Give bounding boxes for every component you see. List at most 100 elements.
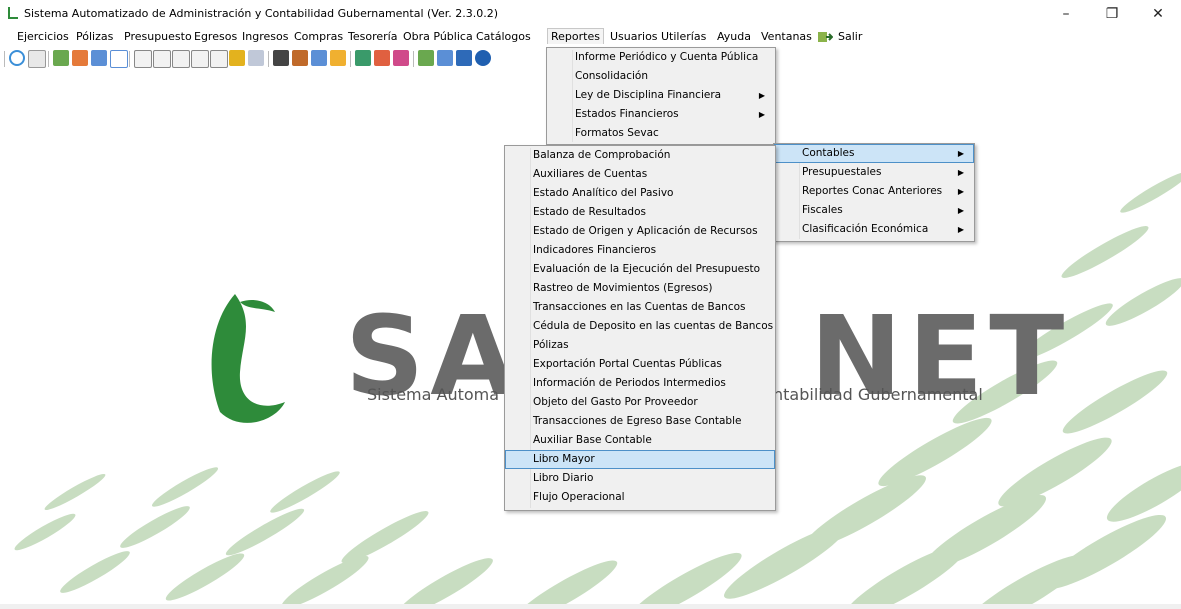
save-icon[interactable] — [456, 50, 472, 66]
menu-item-label: Libro Diario — [533, 472, 594, 484]
clipboard-icon[interactable] — [273, 50, 289, 66]
menu-obra-publica[interactable]: Obra Pública — [403, 30, 473, 43]
p-icon[interactable] — [210, 50, 228, 68]
menu-item-label: Informe Periódico y Cuenta Pública — [575, 51, 759, 63]
menu-presupuesto[interactable]: Presupuesto — [124, 30, 192, 43]
menu-item-label: Reportes Conac Anteriores — [802, 185, 943, 197]
menu-item-origen-aplicacion[interactable]: Estado de Origen y Aplicación de Recurso… — [505, 222, 775, 241]
menu-item-resultados[interactable]: Estado de Resultados — [505, 203, 775, 222]
print-icon[interactable] — [229, 50, 245, 66]
tree-icon[interactable] — [418, 50, 434, 66]
menu-item-informe-periodico[interactable]: Informe Periódico y Cuenta Pública — [547, 48, 775, 67]
maximize-button[interactable]: ❐ — [1089, 0, 1135, 27]
tools-icon[interactable] — [374, 50, 390, 66]
menu-item-label: Auxiliares de Cuentas — [533, 168, 648, 180]
menu-item-label: Pólizas — [533, 339, 569, 351]
d-icon[interactable] — [153, 50, 171, 68]
menu-item-transacciones-bancos[interactable]: Transacciones en las Cuentas de Bancos — [505, 298, 775, 317]
menu-usuarios[interactable]: Usuarios — [610, 30, 658, 43]
e-icon[interactable] — [172, 50, 190, 68]
menu-item-clasificacion-economica[interactable]: Clasificación Económica ▶ — [774, 220, 974, 239]
menu-item-label: Contables — [802, 147, 855, 159]
help-icon[interactable] — [475, 50, 491, 66]
menu-item-auxiliar-base[interactable]: Auxiliar Base Contable — [505, 431, 775, 450]
menu-item-label: Consolidación — [575, 70, 649, 82]
menu-item-label: Auxiliar Base Contable — [533, 434, 652, 446]
status-bar — [0, 604, 1181, 609]
menu-item-transacciones-egreso[interactable]: Transacciones de Egreso Base Contable — [505, 412, 775, 431]
menu-item-auxiliares[interactable]: Auxiliares de Cuentas — [505, 165, 775, 184]
menu-ventanas[interactable]: Ventanas — [761, 30, 812, 43]
document-icon[interactable] — [28, 50, 46, 68]
menu-item-label: Formatos Sevac — [575, 127, 659, 139]
menu-item-fiscales[interactable]: Fiscales ▶ — [774, 201, 974, 220]
refresh-icon[interactable] — [9, 50, 25, 66]
submenu-arrow-icon: ▶ — [957, 206, 964, 215]
menu-item-objeto-gasto[interactable]: Objeto del Gasto Por Proveedor — [505, 393, 775, 412]
menu-polizas[interactable]: Pólizas — [76, 30, 113, 43]
estados-financieros-submenu: Contables ▶ Presupuestales ▶ Reportes Cona… — [773, 143, 975, 242]
copy-icon[interactable] — [248, 50, 264, 66]
menu-item-libro-mayor[interactable]: Libro Mayor — [505, 450, 775, 469]
submenu-arrow-icon: ▶ — [758, 91, 765, 100]
menu-egresos[interactable]: Egresos — [194, 30, 237, 43]
menu-ejercicios[interactable]: Ejercicios — [17, 30, 69, 43]
chart-icon[interactable] — [311, 50, 327, 66]
menu-item-presupuestales[interactable]: Presupuestales ▶ — [774, 163, 974, 182]
minimize-button[interactable]: – — [1043, 0, 1089, 27]
menu-item-indicadores[interactable]: Indicadores Financieros — [505, 241, 775, 260]
menu-item-cedula-deposito[interactable]: Cédula de Deposito en las cuentas de Ban… — [505, 317, 775, 336]
menu-tesoreria[interactable]: Tesorería — [348, 30, 397, 43]
menu-item-estados-financieros[interactable]: Estados Financieros ▶ — [547, 105, 775, 124]
app-icon — [8, 7, 18, 19]
f-icon[interactable] — [191, 50, 209, 68]
menu-item-consolidacion[interactable]: Consolidación — [547, 67, 775, 86]
menu-item-balanza[interactable]: Balanza de Comprobación — [505, 146, 775, 165]
menu-item-rastreo[interactable]: Rastreo de Movimientos (Egresos) — [505, 279, 775, 298]
calc-icon[interactable] — [355, 50, 371, 66]
menu-item-contables[interactable]: Contables ▶ — [774, 144, 974, 163]
toolbar-separator — [413, 51, 414, 67]
menu-item-label: Rastreo de Movimientos (Egresos) — [533, 282, 713, 294]
menu-item-evaluacion[interactable]: Evaluación de la Ejecución del Presupues… — [505, 260, 775, 279]
menu-item-ley-disciplina[interactable]: Ley de Disciplina Financiera ▶ — [547, 86, 775, 105]
color-icon[interactable] — [393, 50, 409, 66]
logo-subtitle-left: Sistema Automa — [367, 385, 500, 404]
menu-item-polizas[interactable]: Pólizas — [505, 336, 775, 355]
menu-item-label: Flujo Operacional — [533, 491, 625, 503]
menu-item-analitico-pasivo[interactable]: Estado Analítico del Pasivo — [505, 184, 775, 203]
transfer-icon[interactable] — [72, 50, 88, 66]
menu-catalogos[interactable]: Catálogos — [476, 30, 531, 43]
menu-utilerias[interactable]: Utilerías — [661, 30, 706, 43]
contables-submenu: Balanza de Comprobación Auxiliares de Cu… — [504, 145, 776, 511]
minimize-icon: – — [1062, 5, 1070, 22]
menu-item-label: Evaluación de la Ejecución del Presupues… — [533, 263, 761, 275]
menu-item-periodos-intermedios[interactable]: Información de Periodos Intermedios — [505, 374, 775, 393]
users-icon[interactable] — [53, 50, 69, 66]
submenu-arrow-icon: ▶ — [957, 225, 964, 234]
menu-compras[interactable]: Compras — [294, 30, 343, 43]
table-edit-icon[interactable] — [91, 50, 107, 66]
pencil-icon[interactable] — [292, 50, 308, 66]
menu-item-flujo-operacional[interactable]: Flujo Operacional — [505, 488, 775, 507]
menu-ayuda[interactable]: Ayuda — [717, 30, 751, 43]
menu-reportes[interactable]: Reportes — [547, 28, 604, 44]
window-title: Sistema Automatizado de Administración y… — [24, 7, 499, 20]
logo-subtitle-right: ntabilidad Gubernamental — [773, 385, 983, 404]
box-icon[interactable] — [330, 50, 346, 66]
close-icon: ✕ — [1152, 5, 1164, 22]
menu-salir[interactable]: Salir — [838, 30, 862, 43]
menu-ingresos[interactable]: Ingresos — [242, 30, 288, 43]
menu-item-exportacion[interactable]: Exportación Portal Cuentas Públicas — [505, 355, 775, 374]
grid-icon[interactable] — [110, 50, 128, 68]
menu-item-libro-diario[interactable]: Libro Diario — [505, 469, 775, 488]
exit-icon[interactable] — [817, 30, 833, 44]
c-icon[interactable] — [134, 50, 152, 68]
close-button[interactable]: ✕ — [1135, 0, 1181, 27]
menu-item-label: Información de Periodos Intermedios — [533, 377, 726, 389]
menu-item-reportes-conac[interactable]: Reportes Conac Anteriores ▶ — [774, 182, 974, 201]
submenu-arrow-icon: ▶ — [957, 168, 964, 177]
reportes-dropdown: Informe Periódico y Cuenta Pública Conso… — [546, 47, 776, 145]
cd-icon[interactable] — [437, 50, 453, 66]
menu-item-formatos-sevac[interactable]: Formatos Sevac — [547, 124, 775, 143]
